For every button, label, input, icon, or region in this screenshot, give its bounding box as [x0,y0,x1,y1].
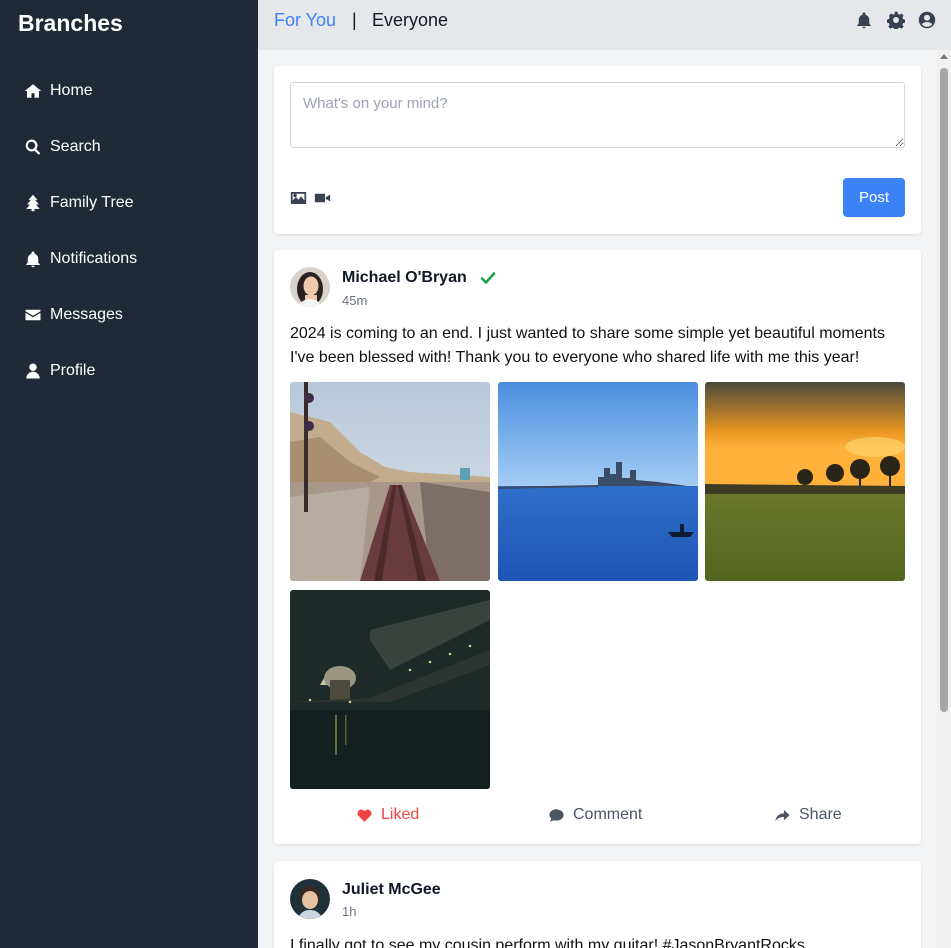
post-text: 2024 is coming to an end. I just wanted … [290,325,885,366]
sidebar-item-search[interactable]: Search [24,133,101,161]
sidebar-item-label: Family Tree [50,194,134,211]
top-bar: For You | Everyone [258,0,951,50]
tab-everyone[interactable]: Everyone [372,10,448,31]
account-icon[interactable] [918,11,936,29]
envelope-icon [25,309,41,321]
scrollbar[interactable] [937,50,951,948]
tree-icon [26,194,40,212]
sidebar: Branches Home Search Family Tree Notific… [0,0,258,948]
heart-icon [357,809,372,822]
post-author[interactable]: Juliet McGee [342,881,441,899]
post-photo-railway[interactable] [290,382,490,581]
post-text: I finally got to see my cousin perform w… [290,937,805,948]
avatar[interactable] [290,879,330,919]
bell-icon [26,251,40,268]
post-input[interactable] [290,82,905,148]
gear-icon[interactable] [886,11,906,31]
verified-check-icon [480,272,496,284]
search-icon [25,139,41,155]
scroll-up-arrow[interactable] [940,54,948,59]
share-button[interactable]: Share [774,806,842,824]
sidebar-item-home[interactable]: Home [24,77,93,105]
sidebar-item-family-tree[interactable]: Family Tree [24,189,134,217]
sidebar-item-label: Search [50,138,101,155]
post-photo-night-city[interactable] [290,590,490,789]
sidebar-item-profile[interactable]: Profile [24,357,95,385]
scroll-thumb[interactable] [940,68,948,712]
bell-icon[interactable] [855,11,873,29]
video-icon[interactable] [314,191,331,210]
sidebar-item-label: Home [50,82,93,99]
image-icon[interactable] [290,191,307,210]
post-time: 45m [342,293,368,308]
sidebar-item-label: Messages [50,306,123,323]
share-icon [775,809,790,821]
sidebar-item-messages[interactable]: Messages [24,301,123,329]
post-composer: Post [274,66,921,234]
user-icon [26,363,40,379]
post-button[interactable]: Post [843,178,905,217]
comment-button[interactable]: Comment [548,806,642,824]
sidebar-item-notifications[interactable]: Notifications [24,245,137,273]
like-label: Liked [381,806,420,823]
comment-icon [549,808,564,822]
post-time: 1h [342,904,357,919]
post-card: Juliet McGee 1h I finally got to see my … [274,861,921,948]
brand-logo[interactable]: Branches [18,10,123,37]
post-author[interactable]: Michael O'Bryan [342,269,467,287]
tab-separator: | [352,10,357,30]
post-photo-bay[interactable] [498,382,698,581]
post-card: Michael O'Bryan 45m 2024 is coming to an… [274,250,921,844]
comment-label: Comment [573,806,643,823]
like-button[interactable]: Liked [356,806,419,824]
tab-for-you[interactable]: For You [274,10,336,31]
share-label: Share [799,806,842,823]
sidebar-item-label: Notifications [50,250,138,267]
home-icon [24,84,42,98]
avatar[interactable] [290,267,330,307]
sidebar-item-label: Profile [50,362,96,379]
post-photo-sunset-field[interactable] [705,382,905,581]
